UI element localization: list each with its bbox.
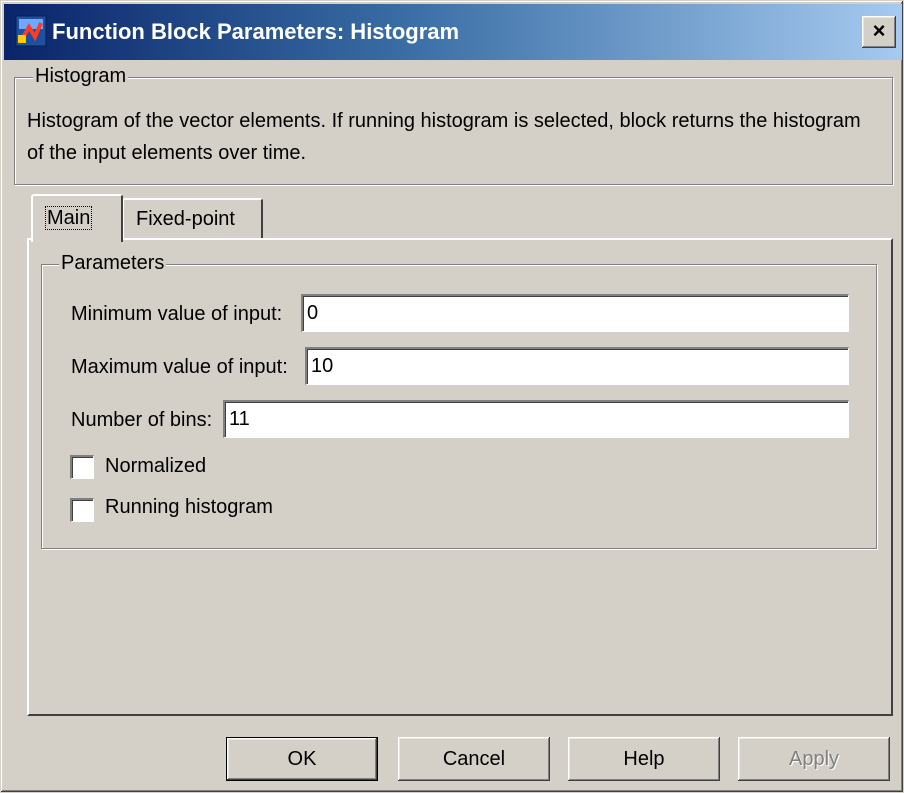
close-icon: × (872, 18, 886, 43)
min-value-label: Minimum value of input: (71, 303, 283, 325)
max-value-input[interactable]: 10 (305, 347, 849, 385)
cancel-button[interactable]: Cancel (398, 737, 550, 781)
normalized-checkbox[interactable] (70, 455, 94, 479)
running-histogram-label[interactable]: Running histogram (105, 496, 273, 519)
title-bar[interactable]: Function Block Parameters: Histogram × (4, 4, 902, 60)
window-title: Function Block Parameters: Histogram (52, 19, 460, 44)
normalized-label[interactable]: Normalized (105, 455, 206, 478)
apply-button: Apply (738, 737, 890, 781)
tab-fixed-point-label: Fixed-point (136, 208, 235, 230)
description-group-label: Histogram (33, 65, 129, 88)
close-button[interactable]: × (862, 16, 896, 48)
num-bins-input[interactable]: 11 (223, 400, 849, 438)
ok-button[interactable]: OK (226, 737, 378, 781)
block-description: Histogram of the vector elements. If run… (27, 110, 861, 164)
simulink-block-icon (15, 15, 47, 47)
dialog-window: Function Block Parameters: Histogram × H… (0, 0, 904, 793)
tab-fixed-point[interactable]: Fixed-point (122, 198, 263, 238)
num-bins-label: Number of bins: (71, 409, 213, 431)
tab-main-label: Main (45, 206, 93, 230)
help-button[interactable]: Help (568, 737, 720, 781)
parameters-group-label: Parameters (59, 252, 167, 275)
tab-main[interactable]: Main (31, 194, 123, 242)
max-value-label: Maximum value of input: (71, 356, 288, 378)
min-value-input[interactable]: 0 (301, 294, 849, 332)
running-histogram-checkbox[interactable] (70, 498, 94, 522)
